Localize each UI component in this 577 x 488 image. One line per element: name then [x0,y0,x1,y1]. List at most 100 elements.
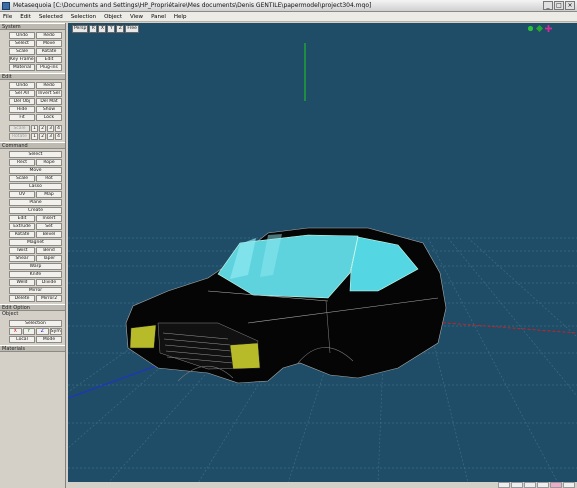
menu-selected[interactable]: Selected [39,14,63,20]
fit-button[interactable]: Fit [9,114,35,121]
button-row: Hide Show [9,106,62,113]
rotate-1-button[interactable]: 1 [31,133,38,140]
move-button[interactable]: Move [36,40,62,47]
view-free-button[interactable]: Free [125,25,139,33]
rotate-4-button[interactable]: 4 [55,133,62,140]
twist-button[interactable]: Twist [9,247,35,254]
view-z-button[interactable]: Z [116,25,125,33]
edit-button[interactable]: Edit [9,215,35,222]
select-button[interactable]: Select [9,40,35,47]
insert-button[interactable]: Insert [36,215,62,222]
view-r-button[interactable]: R [89,25,98,33]
menu-view[interactable]: View [130,14,143,20]
map-button[interactable]: Map [36,191,62,198]
plane-button[interactable]: Plane [9,199,62,206]
mirror2-button[interactable]: Mirror2 [36,295,62,302]
shear-button[interactable]: Shear [9,255,35,262]
button-row: Mirror [9,287,62,294]
button-row: Warp [9,263,62,270]
menu-panel[interactable]: Panel [151,14,166,20]
button-row: Plane [9,199,62,206]
edit-button[interactable]: Edit [36,56,62,63]
hide-button[interactable]: Hide [9,106,35,113]
rotate-view-icon[interactable] [527,25,534,32]
edit-section-header: Edit [0,73,65,80]
bevel-button[interactable]: Bevel [36,231,62,238]
lock-button[interactable]: Lock [36,114,62,121]
local-button[interactable]: Local [9,336,35,343]
plug-ins-button[interactable]: Plug-ins [36,64,62,71]
status-cell [524,482,536,488]
del-mat-button[interactable]: Del Mat [36,98,62,105]
button-row: Lasso [9,183,62,190]
show-button[interactable]: Show [36,106,62,113]
view-x-button[interactable]: X [98,25,107,33]
material-button[interactable]: Material [9,64,35,71]
button-row: Key Frame ANMEdit [9,56,62,63]
rotate-2-button[interactable]: 2 [39,133,46,140]
3d-viewport[interactable] [68,23,577,483]
view-y-button[interactable]: Y [107,25,116,33]
axis-x-toggle[interactable]: X [9,328,22,335]
command-group: Select Rect Rope Move Scale Rot Lasso UV Map Plan… [0,149,65,304]
button-row: Magnet [9,239,62,246]
rotate-button[interactable]: Rotate [36,48,62,55]
menu-edit[interactable]: Edit [20,14,31,20]
axis-z-toggle[interactable]: Z [36,328,49,335]
mirror-button[interactable]: Mirror [9,287,62,294]
close-button[interactable]: × [565,1,575,10]
button-row: Extrude Set [9,223,62,230]
delete-button[interactable]: Delete [9,295,35,302]
bend-button[interactable]: Bend [36,247,62,254]
axis-y-toggle[interactable]: Y [22,328,35,335]
scale-1-button[interactable]: 1 [31,125,38,132]
menu-file[interactable]: File [3,14,12,20]
menu-help[interactable]: Help [174,14,187,20]
uv-button[interactable]: UV [9,191,35,198]
rotate-3-button[interactable]: 3 [47,133,54,140]
rot-button[interactable]: Rot [36,175,62,182]
maximize-button[interactable]: □ [554,1,564,10]
rect-button[interactable]: Rect [9,159,35,166]
redo-button[interactable]: Redo [36,82,62,89]
invert-sel-button[interactable]: Invert Sel [36,90,62,97]
scale-button[interactable]: Scale [9,48,35,55]
view-persp-button[interactable]: Persp [72,25,89,33]
key-frame-anm-button[interactable]: Key Frame ANM [9,56,35,63]
redo-button[interactable]: Redo [36,32,62,39]
set-button[interactable]: Set [36,223,62,230]
viewport-scene[interactable] [68,23,577,483]
menu-selection[interactable]: Selection [71,14,96,20]
scale-4-button[interactable]: 4 [55,125,62,132]
create-button[interactable]: Create [9,207,62,214]
move-view-icon[interactable] [536,25,543,32]
symmetry-toggle[interactable]: Sym [49,328,62,335]
taper-button[interactable]: Taper [36,255,62,262]
undo-button[interactable]: Undo [9,32,35,39]
scale-2-button[interactable]: 2 [39,125,46,132]
zoom-view-icon[interactable] [545,25,552,32]
selection-option-button[interactable]: Selection [9,320,62,327]
scale-3-button[interactable]: 3 [47,125,54,132]
scale-button[interactable]: Scale [9,175,35,182]
lasso-button[interactable]: Lasso [9,183,62,190]
knife-button[interactable]: Knife [9,271,62,278]
minimize-button[interactable]: _ [543,1,553,10]
del-obj-button[interactable]: Del Obj [9,98,35,105]
mode-button[interactable]: Mode [36,336,62,343]
warp-button[interactable]: Warp [9,263,62,270]
weld-button[interactable]: Weld [9,279,35,286]
materials-section-header: Materials [0,345,65,352]
rope-button[interactable]: Rope [36,159,62,166]
magnet-button[interactable]: Magnet [9,239,62,246]
undo-button[interactable]: Undo [9,82,35,89]
sel-all-button[interactable]: Sel All [9,90,35,97]
button-row: Shear Taper [9,255,62,262]
extrude-button[interactable]: Extrude [9,223,35,230]
rotate-button[interactable]: Rotate [9,231,35,238]
select-button[interactable]: Select [9,151,62,158]
menu-object[interactable]: Object [104,14,122,20]
divide-button[interactable]: Divide [36,279,62,286]
move-button[interactable]: Move [9,167,62,174]
button-row: Create [9,207,62,214]
